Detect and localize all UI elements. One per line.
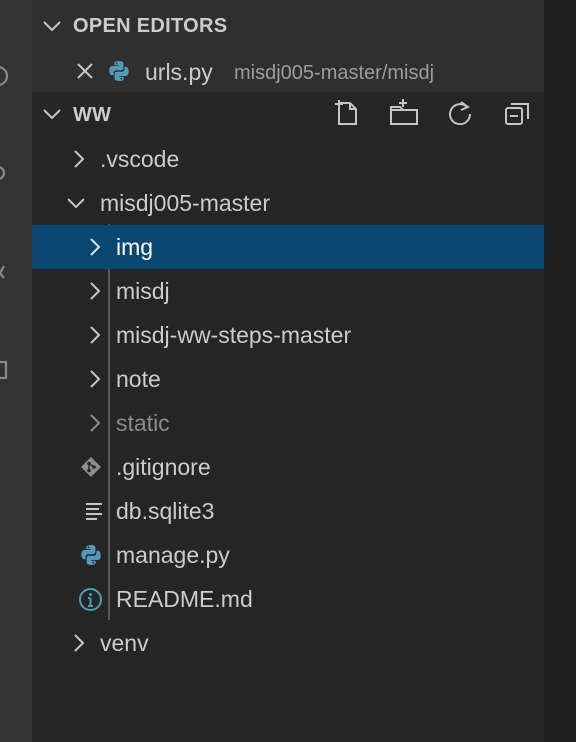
tree-item-label: static	[116, 410, 170, 436]
debug-activity-icon[interactable]	[0, 265, 5, 284]
tree-item-misdj-ww-steps-master[interactable]: misdj-ww-steps-master	[32, 313, 544, 357]
chevron-right-icon	[90, 282, 101, 300]
tree-item-label: misdj	[116, 278, 170, 304]
tree-item-readme[interactable]: README.md	[32, 577, 544, 621]
tree-item-label: venv	[100, 630, 149, 656]
tree-item-label: misdj005-master	[100, 190, 270, 216]
chevron-right-icon	[74, 634, 85, 652]
tree-item-label: .gitignore	[116, 454, 211, 480]
refresh-icon[interactable]	[445, 98, 475, 128]
tree-item-label: manage.py	[116, 542, 230, 568]
tree-item-label: db.sqlite3	[116, 498, 215, 524]
tree-item-label: .vscode	[100, 146, 180, 172]
chevron-right-icon	[90, 414, 101, 432]
tree-item-venv[interactable]: venv	[32, 621, 544, 665]
chevron-right-icon	[74, 150, 85, 168]
tree-item-db-sqlite3[interactable]: db.sqlite3	[32, 489, 544, 533]
tree-item-img[interactable]: img	[32, 225, 544, 269]
new-file-icon[interactable]	[332, 98, 362, 128]
chevron-down-icon	[67, 198, 85, 209]
git-icon	[81, 457, 101, 477]
info-icon	[79, 588, 102, 611]
open-editors-header[interactable]: OPEN EDITORS	[32, 4, 544, 48]
workspace-title: WW	[73, 104, 112, 126]
tree-item-misdj[interactable]: misdj	[32, 269, 544, 313]
open-editor-description: misdj005-master/misdj	[234, 62, 435, 84]
collapse-all-icon[interactable]	[502, 98, 532, 128]
chevron-right-icon	[90, 370, 101, 388]
close-icon[interactable]	[75, 61, 95, 81]
chevron-right-icon	[90, 326, 101, 344]
tree-item-note[interactable]: note	[32, 357, 544, 401]
workspace-header[interactable]: WW	[32, 92, 544, 136]
tree-item-label: README.md	[116, 586, 253, 612]
tree-item-label: img	[116, 234, 154, 260]
lines-icon	[86, 503, 102, 520]
open-editors-title: OPEN EDITORS	[73, 15, 228, 37]
python-icon	[109, 61, 129, 81]
extensions-activity-icon[interactable]	[0, 360, 8, 380]
tree-item-static[interactable]: static	[32, 401, 544, 445]
tree-item-label: misdj-ww-steps-master	[116, 322, 352, 348]
vscode-explorer-window: OPEN EDITORS urls.py misdj005-master/mis…	[0, 0, 576, 742]
search-activity-icon[interactable]	[0, 66, 9, 86]
tree-item-manage-py[interactable]: manage.py	[32, 533, 544, 577]
chevron-down-icon	[43, 109, 61, 120]
scm-activity-icon[interactable]	[0, 166, 6, 180]
tree-item-label: note	[116, 366, 161, 392]
tree-item-misdj005-master[interactable]: misdj005-master	[32, 181, 544, 225]
open-editor-item[interactable]: urls.py misdj005-master/misdj	[32, 49, 544, 93]
new-folder-icon[interactable]	[388, 98, 420, 128]
chevron-right-icon	[90, 238, 101, 256]
activity-bar	[0, 0, 32, 742]
chevron-down-icon	[43, 21, 61, 32]
tree-item-vscode[interactable]: .vscode	[32, 137, 544, 181]
editor-area-edge	[544, 0, 576, 742]
explorer-panel: OPEN EDITORS urls.py misdj005-master/mis…	[32, 0, 544, 742]
python-icon	[81, 545, 101, 565]
open-editor-label: urls.py	[145, 59, 213, 85]
tree-item-gitignore[interactable]: .gitignore	[32, 445, 544, 489]
